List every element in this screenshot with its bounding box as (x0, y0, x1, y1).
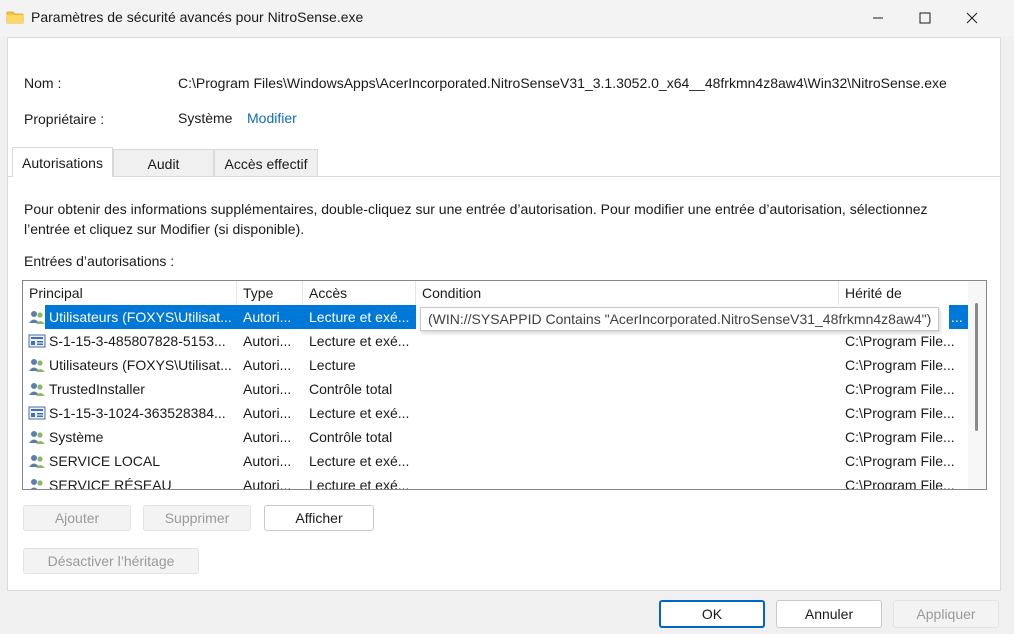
cell-principal: S-1-15-3-1024-363528384... (49, 405, 226, 421)
table-row[interactable]: S-1-15-3-485807828-5153... Autori... Lectu… (23, 329, 969, 353)
cell-principal: Système (49, 429, 104, 445)
tab-divider (8, 176, 1000, 177)
cell-type: Autori... (243, 333, 292, 349)
cell-principal: Utilisateurs (FOXYS\Utilisat... (45, 305, 237, 329)
vertical-scrollbar[interactable] (968, 281, 986, 489)
cell-principal: S-1-15-3-485807828-5153... (49, 333, 226, 349)
table-row[interactable]: Utilisateurs (FOXYS\Utilisat... Autori...… (23, 353, 969, 377)
cell-principal: SERVICE RÉSEAU (49, 477, 172, 490)
column-header-type[interactable]: Type (237, 281, 303, 305)
cell-access: Contrôle total (309, 429, 393, 445)
users-icon (28, 477, 46, 489)
table-row[interactable]: Utilisateurs (FOXYS\Utilisat... Autori...… (23, 305, 969, 331)
sid-icon (28, 333, 46, 349)
tab-permissions[interactable]: Autorisations (12, 147, 113, 177)
window-title: Paramètres de sécurité avancés pour Nitr… (31, 9, 364, 25)
permission-entries-table[interactable]: Principal Type Accès Condition Hérité de… (22, 280, 987, 490)
close-icon (966, 12, 978, 24)
table-row[interactable]: SERVICE RÉSEAU Autori... Lecture et exé...… (23, 473, 969, 490)
cell-principal: SERVICE LOCAL (49, 453, 161, 469)
cell-inherited-from: C:\Program File... (845, 453, 955, 469)
users-icon (28, 381, 46, 397)
entries-label: Entrées d’autorisations : (24, 253, 175, 269)
cell-type: Autori... (243, 381, 292, 397)
cell-access: Lecture (309, 357, 356, 373)
cell-principal: Utilisateurs (FOXYS\Utilisat... (49, 357, 232, 373)
close-button[interactable] (949, 0, 995, 36)
cell-access: Lecture et exé... (309, 333, 410, 349)
cell-condition-tooltip: (WIN://SYSAPPID Contains "AcerIncorporat… (420, 307, 940, 331)
title-bar: Paramètres de sécurité avancés pour Nitr… (0, 0, 1014, 36)
column-header-principal[interactable]: Principal (23, 281, 237, 305)
disable-inheritance-button[interactable]: Désactiver l’héritage (23, 548, 199, 574)
cell-inherited-from: ... (949, 305, 969, 329)
folder-icon (6, 11, 24, 24)
cell-access: Lecture et exé... (309, 405, 410, 421)
table-header: Principal Type Accès Condition Hérité de (23, 281, 969, 305)
permissions-description: Pour obtenir des informations supplément… (24, 201, 928, 237)
cell-inherited-from: C:\Program File... (845, 357, 955, 373)
minimize-button[interactable] (855, 0, 901, 36)
cell-type: Autori... (237, 305, 303, 329)
table-row[interactable]: S-1-15-3-1024-363528384... Autori... Lectu… (23, 401, 969, 425)
cell-inherited-from: C:\Program File... (845, 429, 955, 445)
remove-button[interactable]: Supprimer (143, 505, 251, 531)
users-icon (28, 309, 46, 325)
cell-access: Contrôle total (309, 381, 393, 397)
name-label: Nom : (24, 75, 62, 91)
cell-principal: TrustedInstaller (49, 381, 145, 397)
name-value: C:\Program Files\WindowsApps\AcerIncorpo… (178, 75, 947, 91)
cell-inherited-from: C:\Program File... (845, 405, 955, 421)
scrollbar-thumb[interactable] (975, 303, 978, 431)
sid-icon (28, 405, 46, 421)
cancel-button[interactable]: Annuler (776, 600, 882, 628)
table-row[interactable]: SERVICE LOCAL Autori... Lecture et exé... C… (23, 449, 969, 473)
cell-type: Autori... (243, 357, 292, 373)
main-panel: Nom : C:\Program Files\WindowsApps\AcerI… (7, 37, 1001, 591)
table-row[interactable]: Système Autori... Contrôle total C:\Program… (23, 425, 969, 449)
add-button[interactable]: Ajouter (23, 505, 131, 531)
tab-effective-access[interactable]: Accès effectif (214, 149, 318, 177)
maximize-button[interactable] (902, 0, 948, 36)
change-owner-link[interactable]: Modifier (247, 110, 297, 126)
view-button[interactable]: Afficher (264, 505, 374, 531)
cell-inherited-from: C:\Program File... (845, 381, 955, 397)
cell-type: Autori... (243, 453, 292, 469)
owner-label: Propriétaire : (24, 111, 105, 127)
users-icon (28, 357, 46, 373)
maximize-icon (919, 12, 931, 24)
cell-access: Lecture et exé... (309, 477, 410, 490)
table-row[interactable]: TrustedInstaller Autori... Contrôle total C… (23, 377, 969, 401)
minimize-icon (873, 17, 883, 19)
owner-value: Système (178, 110, 233, 126)
cell-type: Autori... (243, 477, 292, 490)
column-header-access[interactable]: Accès (303, 281, 416, 305)
cell-access: Lecture et exé... (303, 305, 416, 329)
column-header-inherited-from[interactable]: Hérité de (839, 281, 969, 305)
column-header-condition[interactable]: Condition (416, 281, 839, 305)
cell-type: Autori... (243, 429, 292, 445)
tab-audit[interactable]: Audit (113, 149, 214, 177)
cell-inherited-from: C:\Program File... (845, 477, 955, 490)
users-icon (28, 453, 46, 469)
cell-type: Autori... (243, 405, 292, 421)
users-icon (28, 429, 46, 445)
cell-access: Lecture et exé... (309, 453, 410, 469)
apply-button[interactable]: Appliquer (893, 600, 999, 628)
cell-inherited-from: C:\Program File... (845, 333, 955, 349)
ok-button[interactable]: OK (659, 600, 765, 628)
